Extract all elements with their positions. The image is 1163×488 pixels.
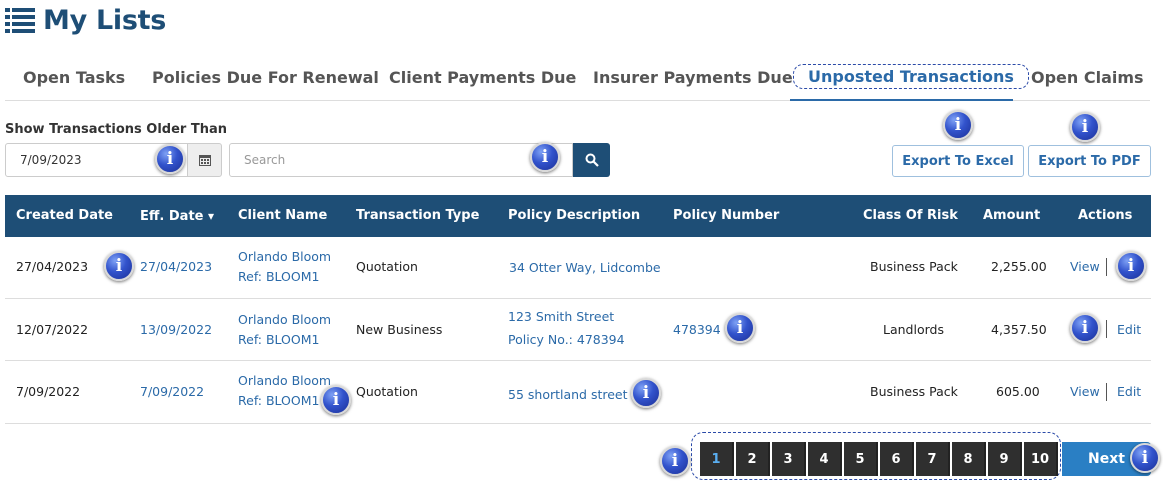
- info-icon[interactable]: i: [1070, 313, 1100, 343]
- transaction-type: Quotation: [356, 259, 418, 274]
- col-policy-description[interactable]: Policy Description: [508, 195, 640, 237]
- sort-desc-icon: ▾: [208, 209, 215, 223]
- table-header: Created Date Eff. Date ▾ Client Name Tra…: [5, 195, 1151, 237]
- transaction-type: Quotation: [356, 384, 418, 399]
- policy-description-link[interactable]: 55 shortland street: [508, 387, 628, 402]
- info-icon[interactable]: i: [943, 110, 973, 140]
- policy-description-link[interactable]: 34 Otter Way, Lidcombe: [509, 260, 661, 275]
- page-button-7[interactable]: 7: [916, 442, 950, 476]
- client-name-link[interactable]: Orlando Bloom: [238, 312, 331, 327]
- list-icon: [5, 8, 35, 33]
- page-button-3[interactable]: 3: [772, 442, 806, 476]
- tab-client-payments-due[interactable]: Client Payments Due: [389, 68, 576, 87]
- action-separator: [1106, 320, 1107, 338]
- tab-unposted-transactions[interactable]: Unposted Transactions: [793, 64, 1029, 89]
- client-ref[interactable]: Ref: BLOOM1: [238, 393, 319, 408]
- info-icon[interactable]: i: [1130, 443, 1160, 473]
- table-row: 7/09/2022 7/09/2022 Orlando Bloom Ref: B…: [5, 361, 1151, 424]
- eff-date-link[interactable]: 7/09/2022: [140, 384, 204, 399]
- search-button[interactable]: [573, 143, 610, 177]
- table-row: 12/07/2022 13/09/2022 Orlando Bloom Ref:…: [5, 299, 1151, 361]
- edit-link[interactable]: Edit: [1117, 384, 1141, 399]
- view-link[interactable]: View: [1070, 259, 1100, 274]
- amount: 605.00: [996, 384, 1040, 399]
- policy-description-link[interactable]: 123 Smith Street: [508, 309, 614, 324]
- tab-policies-due-for-renewal[interactable]: Policies Due For Renewal: [152, 68, 379, 87]
- col-created-date[interactable]: Created Date: [16, 195, 113, 237]
- eff-date-link[interactable]: 13/09/2022: [140, 322, 212, 337]
- col-amount[interactable]: Amount: [983, 195, 1040, 237]
- tab-insurer-payments-due[interactable]: Insurer Payments Due: [593, 68, 793, 87]
- col-policy-number[interactable]: Policy Number: [673, 195, 779, 237]
- calendar-icon: [198, 155, 211, 166]
- class-of-risk: Landlords: [883, 322, 944, 337]
- class-of-risk: Business Pack: [870, 384, 958, 399]
- action-separator: [1106, 258, 1107, 276]
- eff-date-link[interactable]: 27/04/2023: [140, 259, 212, 274]
- tab-open-claims[interactable]: Open Claims: [1031, 68, 1144, 87]
- info-icon[interactable]: i: [321, 385, 351, 415]
- page-title: My Lists: [43, 4, 166, 36]
- col-actions: Actions: [1078, 208, 1133, 223]
- col-eff-date[interactable]: Eff. Date ▾: [140, 195, 214, 237]
- page-button-6[interactable]: 6: [880, 442, 914, 476]
- info-icon[interactable]: i: [1116, 251, 1146, 281]
- info-icon[interactable]: i: [631, 378, 661, 408]
- table-row: 27/04/2023 i 27/04/2023 Orlando Bloom Re…: [5, 237, 1151, 299]
- client-ref[interactable]: Ref: BLOOM1: [238, 332, 319, 347]
- created-date: 7/09/2022: [16, 384, 81, 399]
- col-class-of-risk[interactable]: Class Of Risk: [863, 195, 958, 237]
- calendar-button[interactable]: [187, 143, 222, 177]
- info-icon[interactable]: i: [1070, 112, 1100, 142]
- view-link[interactable]: View: [1070, 384, 1100, 399]
- amount: 4,357.50: [991, 322, 1047, 337]
- page-button-9[interactable]: 9: [988, 442, 1022, 476]
- page-button-4[interactable]: 4: [808, 442, 842, 476]
- created-date: 27/04/2023: [16, 259, 89, 274]
- client-name-link[interactable]: Orlando Bloom: [238, 249, 331, 264]
- page-button-5[interactable]: 5: [844, 442, 878, 476]
- transaction-type: New Business: [356, 322, 443, 337]
- info-icon[interactable]: i: [725, 313, 755, 343]
- policy-number-link[interactable]: 478394: [673, 322, 721, 337]
- info-icon[interactable]: i: [155, 144, 185, 174]
- page-button-8[interactable]: 8: [952, 442, 986, 476]
- export-to-pdf-button[interactable]: Export To PDF: [1028, 145, 1151, 177]
- tab-open-tasks[interactable]: Open Tasks: [23, 68, 125, 87]
- page-button-1[interactable]: 1: [700, 442, 734, 476]
- search-icon: [585, 153, 599, 167]
- next-label: Next: [1088, 451, 1125, 467]
- info-icon[interactable]: i: [530, 142, 560, 172]
- tab-bar: Open Tasks Policies Due For Renewal Clie…: [5, 62, 1150, 101]
- page-button-10[interactable]: 10: [1024, 442, 1058, 476]
- info-icon[interactable]: i: [104, 251, 134, 281]
- policy-number-note[interactable]: Policy No.: 478394: [508, 332, 625, 347]
- client-ref[interactable]: Ref: BLOOM1: [238, 269, 319, 284]
- info-icon[interactable]: i: [660, 446, 690, 476]
- export-to-excel-button[interactable]: Export To Excel: [892, 145, 1024, 177]
- col-client-name[interactable]: Client Name: [238, 195, 327, 237]
- filter-label: Show Transactions Older Than: [5, 122, 228, 137]
- search-input[interactable]: [229, 143, 573, 177]
- amount: 2,255.00: [991, 259, 1047, 274]
- active-tab-underline: [790, 99, 1013, 101]
- class-of-risk: Business Pack: [870, 259, 958, 274]
- page-header: My Lists: [5, 2, 166, 38]
- page-button-2[interactable]: 2: [736, 442, 770, 476]
- client-name-link[interactable]: Orlando Bloom: [238, 373, 331, 388]
- created-date: 12/07/2022: [16, 322, 89, 337]
- action-separator: [1106, 383, 1107, 401]
- col-transaction-type[interactable]: Transaction Type: [356, 195, 479, 237]
- edit-link[interactable]: Edit: [1117, 322, 1141, 337]
